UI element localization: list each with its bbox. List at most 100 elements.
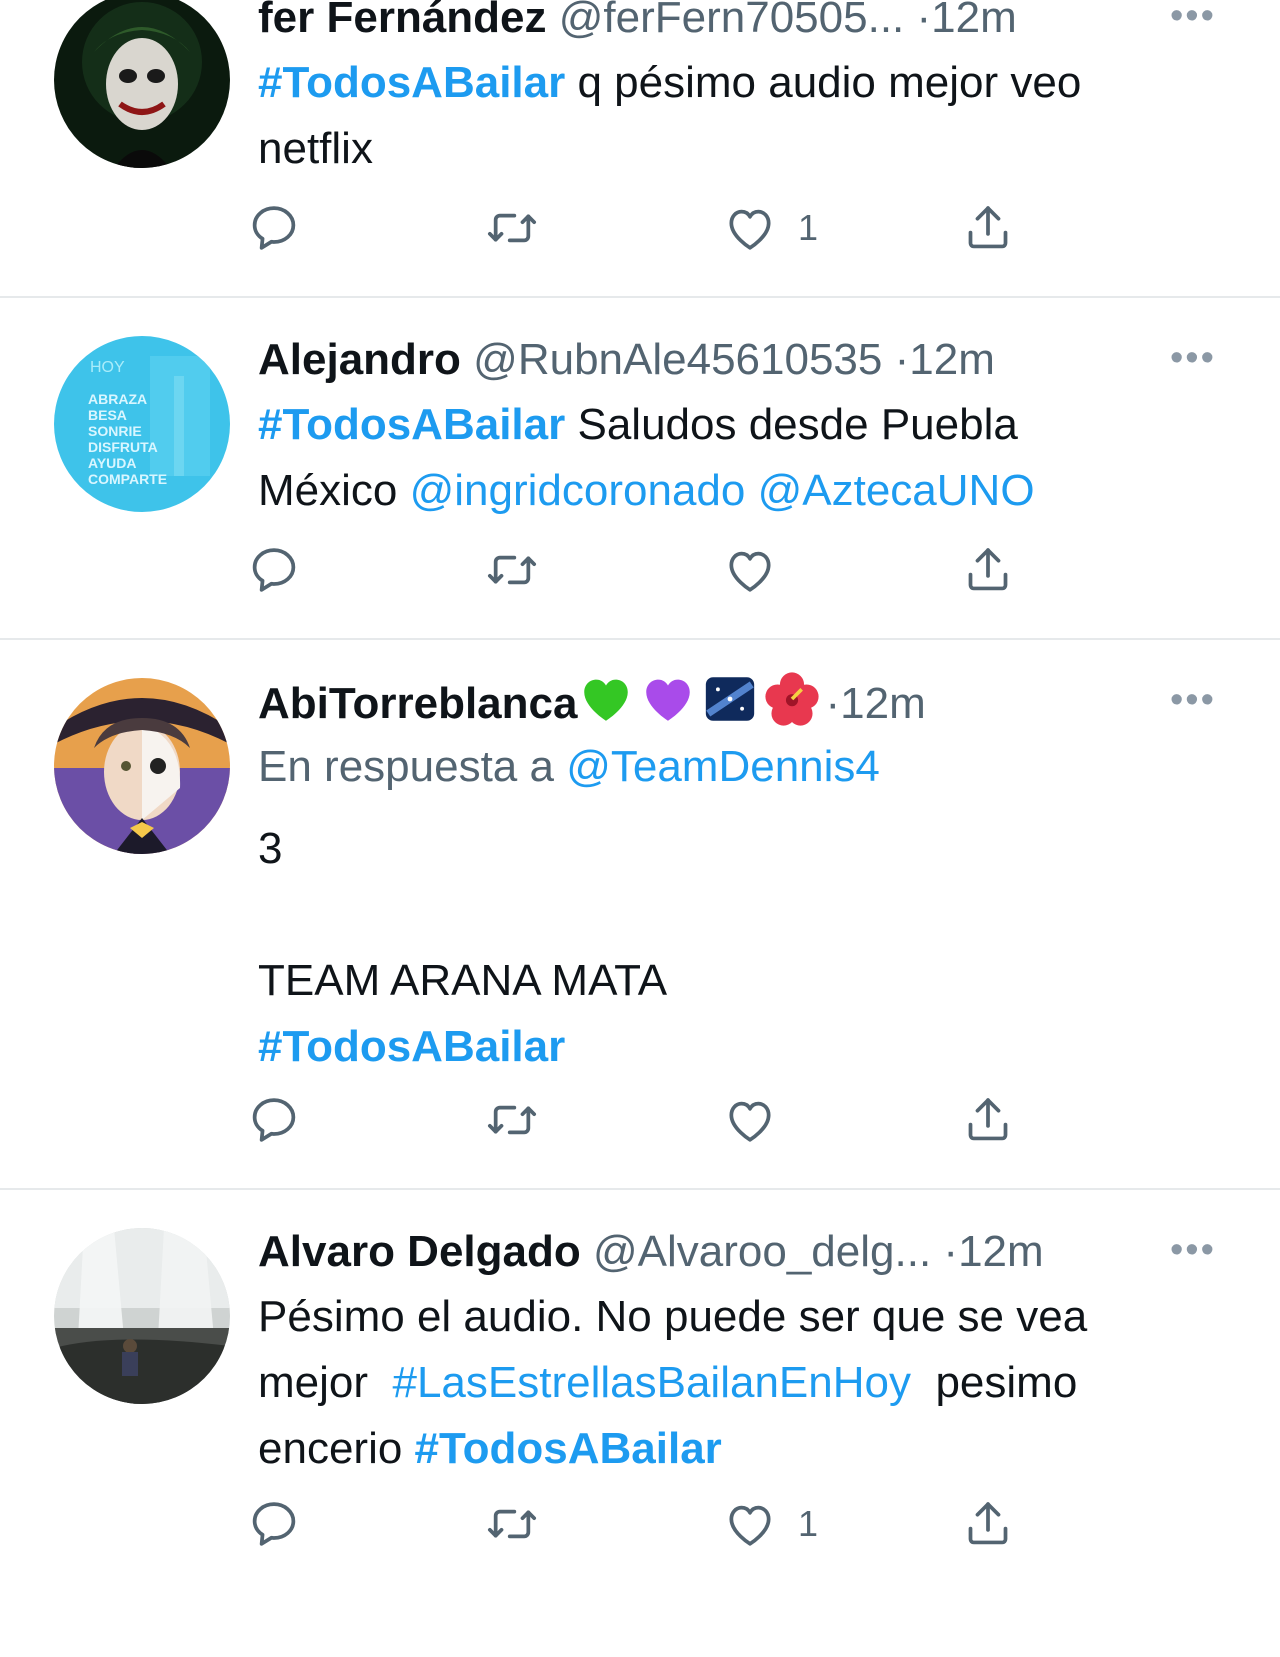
hashtag[interactable]: #TodosABailar [415,1424,722,1473]
share-icon [960,1496,1016,1552]
hashtag[interactable]: #TodosABailar [258,1022,565,1071]
heart-icon [722,200,778,256]
reply-button[interactable] [246,1494,302,1554]
timestamp[interactable]: 12m [840,679,926,728]
avatar[interactable] [54,678,230,854]
avatar-text: HOY [90,359,125,376]
retweet-icon [484,542,540,598]
text-segment: TEAM ARANA MATA [258,956,668,1005]
tweet-actions: 1 [258,1494,1228,1554]
like-button[interactable]: 1 [722,1494,818,1554]
avatar-text: BESA [88,407,127,423]
hibiscus-icon [765,672,820,726]
timeline: fer Fernández @ferFern70505... ·12m ••• … [0,0,1280,1657]
tweet[interactable]: AbiTorreblanca ·12m ••• En respuesta a @T… [0,640,1280,1188]
tweet[interactable]: HOY ABRAZA BESA SONRIE DISFRUTA AYUDA CO… [0,298,1280,638]
retweet-icon [484,1496,540,1552]
tweet-header: Alvaro Delgado @Alvaroo_delg... ·12m ••• [258,1220,1228,1284]
tweet-actions [258,540,1228,600]
separator-dot: · [825,679,841,728]
hoy-avatar-icon: HOY ABRAZA BESA SONRIE DISFRUTA AYUDA CO… [54,336,230,512]
more-options-icon[interactable]: ••• [1170,678,1216,722]
share-button[interactable] [960,540,1016,600]
text-segment: Pésimo el audio. No puede ser que se vea [258,1292,1088,1341]
reply-icon [246,200,302,256]
text-segment: Saludos desde Puebla [565,400,1018,449]
hashtag[interactable]: #TodosABailar [258,58,565,107]
separator-dot: · [916,0,932,42]
avatar-text: ABRAZA [88,391,147,407]
like-button[interactable]: 1 [722,198,818,258]
text-segment: mejor [258,1358,381,1407]
text-segment: q pésimo audio mejor veo [565,58,1082,107]
milky-way-icon [706,677,755,721]
share-button[interactable] [960,198,1016,258]
retweet-button[interactable] [484,540,540,600]
hashtag[interactable]: #LasEstrellasBailanEnHoy [392,1358,911,1407]
reply-icon [246,1092,302,1148]
joker-avatar-icon [54,0,230,168]
user-handle[interactable]: @Alvaroo_delg... [593,1227,931,1276]
avatar-text: DISFRUTA [88,439,158,455]
more-options-icon[interactable]: ••• [1170,0,1216,38]
more-options-icon[interactable]: ••• [1170,336,1216,380]
avatar-text: AYUDA [88,455,137,471]
text-segment: netflix [258,124,373,173]
heart-icon [722,542,778,598]
timestamp[interactable]: 12m [958,1227,1044,1276]
retweet-button[interactable] [484,1090,540,1150]
reply-label: En respuesta a [258,742,567,791]
tweet-text: Pésimo el audio. No puede ser que se vea… [258,1284,1228,1482]
display-name[interactable]: Alvaro Delgado [258,1227,581,1276]
reply-button[interactable] [246,1090,302,1150]
reply-icon [246,542,302,598]
timestamp[interactable]: 12m [931,0,1017,42]
retweet-button[interactable] [484,198,540,258]
user-handle[interactable]: @ferFern70505... [559,0,905,42]
like-button[interactable] [722,540,798,600]
mention-link[interactable]: @AztecaUNO [758,466,1035,515]
reply-context: En respuesta a @TeamDennis4 [258,734,1228,800]
display-name[interactable]: fer Fernández [258,0,547,42]
reply-button[interactable] [246,198,302,258]
like-button[interactable] [722,1090,798,1150]
share-button[interactable] [960,1090,1016,1150]
reply-icon [246,1496,302,1552]
catrina-avatar-icon [54,678,230,854]
display-name[interactable]: AbiTorreblanca [258,679,577,728]
reply-to-handle[interactable]: @TeamDennis4 [566,742,880,791]
tweet-text: 3 TEAM ARANA MATA #TodosABailar [258,816,1228,1080]
avatar[interactable] [54,0,230,168]
share-icon [960,200,1016,256]
tweet-text: #TodosABailar q pésimo audio mejor veo n… [258,50,1228,182]
tweet-text: #TodosABailar Saludos desde Puebla Méxic… [258,392,1228,524]
display-name[interactable]: Alejandro [258,335,461,384]
retweet-button[interactable] [484,1494,540,1554]
tweet[interactable]: fer Fernández @ferFern70505... ·12m ••• … [0,0,1280,296]
avatar-text: SONRIE [88,423,142,439]
text-segment: pesimo [923,1358,1078,1407]
tweet-actions: 1 [258,198,1228,258]
tweet-header: Alejandro @RubnAle45610535 ·12m ••• [258,328,1228,392]
separator-dot: · [894,335,910,384]
hashtag[interactable]: #TodosABailar [258,400,565,449]
reply-button[interactable] [246,540,302,600]
text-segment: México [258,466,410,515]
avatar-text: COMPARTE [88,471,167,487]
more-options-icon[interactable]: ••• [1170,1228,1216,1272]
tweet-header: fer Fernández @ferFern70505... ·12m ••• [258,0,1228,50]
green-heart-icon [584,679,629,721]
avatar[interactable]: HOY ABRAZA BESA SONRIE DISFRUTA AYUDA CO… [54,336,230,512]
mention-link[interactable]: @ingridcoronado [410,466,746,515]
retweet-icon [484,200,540,256]
text-segment: 3 [258,824,283,873]
heart-icon [722,1092,778,1148]
timestamp[interactable]: 12m [909,335,995,384]
avatar[interactable] [54,1228,230,1404]
tweet-header: AbiTorreblanca ·12m ••• [258,670,1228,734]
user-handle[interactable]: @RubnAle45610535 [473,335,882,384]
retweet-icon [484,1092,540,1148]
share-button[interactable] [960,1494,1016,1554]
tweet[interactable]: Alvaro Delgado @Alvaroo_delg... ·12m •••… [0,1190,1280,1657]
like-count: 1 [798,1503,819,1544]
